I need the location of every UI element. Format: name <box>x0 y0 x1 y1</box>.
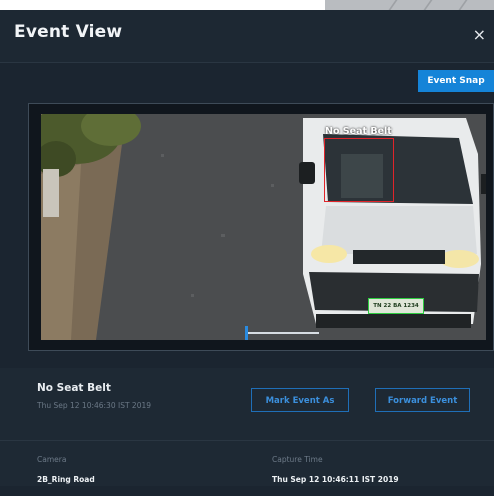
capture-time-label: Capture Time <box>272 455 323 464</box>
event-snap-button[interactable]: Event Snap <box>418 70 494 92</box>
number-plate-text: TN 22 BA 1234 <box>373 303 419 309</box>
camera-value: 2B_Ring Road <box>37 475 95 484</box>
no-seat-belt-detection-box <box>324 138 394 202</box>
event-video-viewer[interactable]: No Seat Belt TN 22 BA 1234 <box>28 103 494 351</box>
close-icon[interactable]: × <box>473 25 486 44</box>
number-plate-box: TN 22 BA 1234 <box>368 298 424 314</box>
detection-label: No Seat Belt <box>325 126 392 137</box>
video-scrubber-track[interactable] <box>247 332 319 334</box>
event-type: No Seat Belt <box>37 382 111 394</box>
camera-label: Camera <box>37 455 67 464</box>
modal-title: Event View <box>14 22 123 42</box>
forward-event-button[interactable]: Forward Event <box>375 388 470 412</box>
modal-header: Event View × <box>0 10 494 63</box>
capture-time-value: Thu Sep 12 10:46:11 IST 2019 <box>272 475 399 484</box>
event-timestamp: Thu Sep 12 10:46:30 IST 2019 <box>37 401 152 410</box>
details-divider <box>0 440 494 441</box>
mark-event-as-button[interactable]: Mark Event As <box>251 388 349 412</box>
event-snapshot-image: No Seat Belt TN 22 BA 1234 <box>41 114 486 340</box>
video-scrubber-handle[interactable] <box>245 326 248 340</box>
